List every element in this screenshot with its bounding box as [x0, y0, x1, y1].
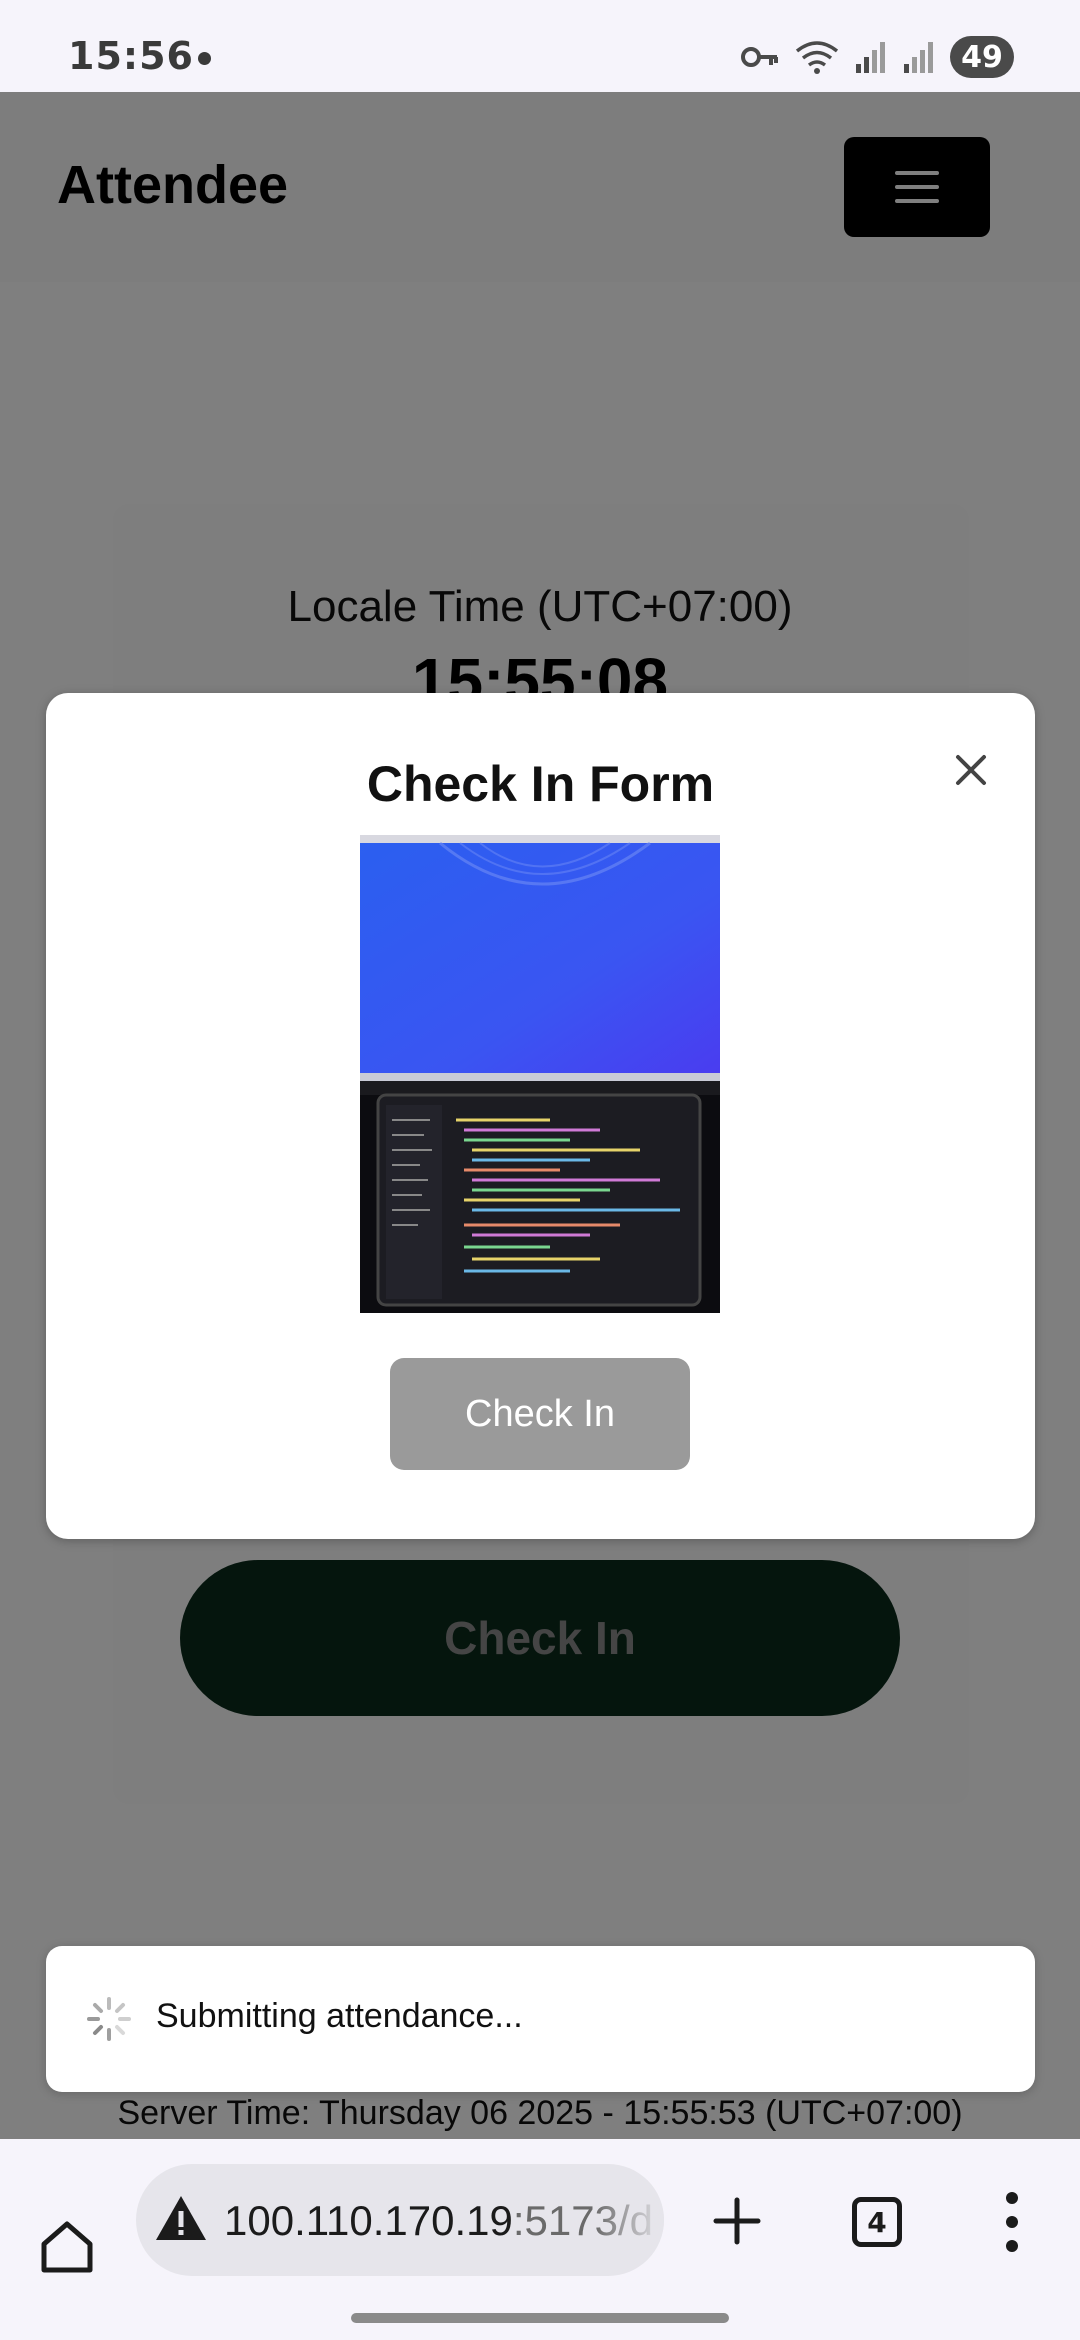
status-time: 15:56 — [68, 34, 194, 78]
modal-title: Check In Form — [366, 756, 715, 812]
signal-icon — [904, 42, 933, 73]
toast-message: Submitting attendance... — [156, 1997, 523, 2035]
url-bar[interactable]: 100.110.170.19:5173/d — [136, 2164, 664, 2276]
check-in-modal: Check In Form Check In — [46, 693, 1035, 1539]
new-tab-plus-icon[interactable] — [712, 2196, 762, 2246]
notification-dot-icon — [198, 52, 211, 65]
spinner-icon — [87, 1997, 131, 2041]
tabs-button[interactable]: 4 — [852, 2197, 902, 2247]
signal-icon — [856, 42, 885, 73]
gesture-bar[interactable] — [351, 2313, 729, 2323]
wifi-icon — [795, 41, 839, 74]
captured-photo — [360, 835, 720, 1313]
browser-toolbar: 100.110.170.19:5173/d 4 — [0, 2139, 1080, 2340]
url-host: 100.110.170.19 — [224, 2197, 513, 2244]
status-icons: 49 — [740, 36, 1014, 78]
more-vert-icon[interactable] — [1002, 2189, 1022, 2255]
url-text: 100.110.170.19:5173/d — [224, 2197, 653, 2245]
loading-toast: Submitting attendance... — [46, 1946, 1035, 2092]
home-icon[interactable] — [36, 2216, 98, 2278]
battery-indicator: 49 — [950, 36, 1014, 78]
close-icon[interactable] — [946, 745, 996, 795]
modal-check-in-button[interactable]: Check In — [390, 1358, 690, 1470]
vpn-key-icon — [741, 47, 778, 67]
warning-icon[interactable] — [152, 2190, 210, 2248]
status-bar: 15:56 49 — [0, 0, 1080, 92]
